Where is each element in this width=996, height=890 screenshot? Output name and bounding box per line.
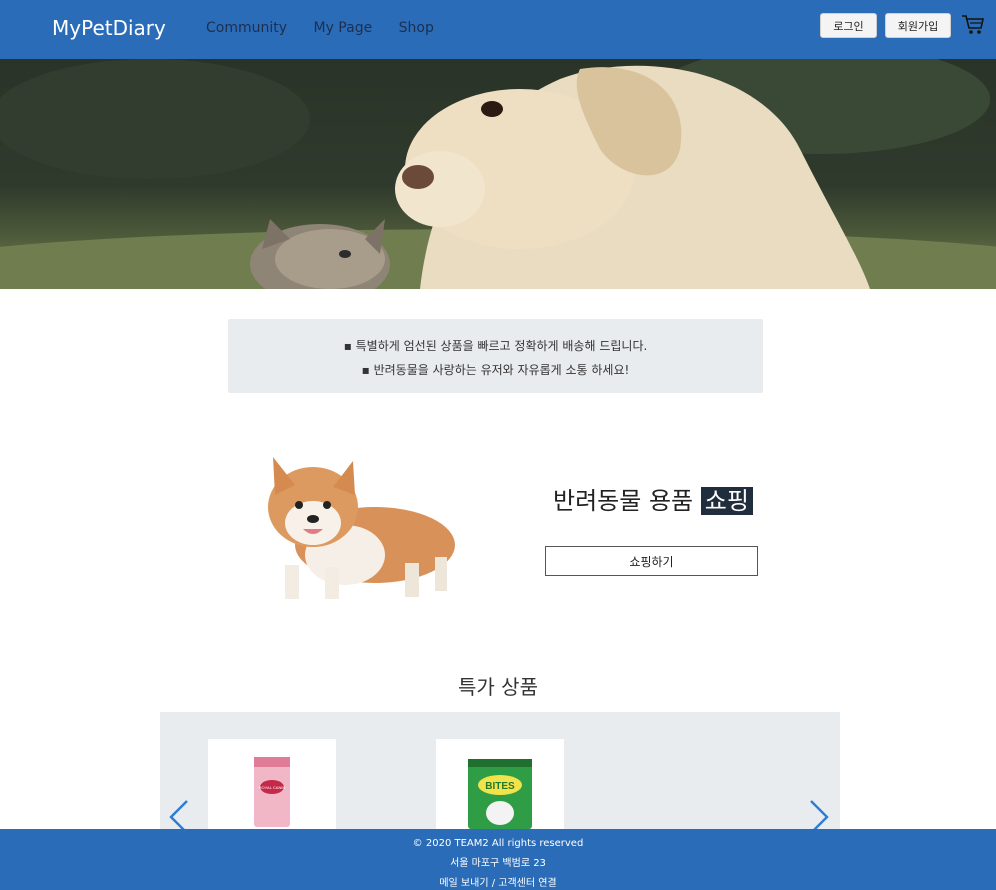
nav-my-page[interactable]: My Page	[313, 20, 372, 36]
product-bag-label: BITES	[485, 781, 515, 792]
shopping-heading: 반려동물 용품 쇼핑	[553, 481, 753, 516]
footer-contact-links[interactable]: 메일 보내기 / 고객센터 연결	[0, 874, 996, 889]
signup-button[interactable]: 회원가입	[885, 13, 951, 38]
product-bag-label: ROYAL CANIN	[259, 785, 286, 790]
top-navbar: MyPetDiary Community My Page Shop 로그인 회원…	[0, 0, 996, 59]
puppy-kitten-illustration	[0, 59, 996, 289]
product-card[interactable]: ROYAL CANIN	[208, 739, 336, 839]
cat-treat-bag-image: BITES	[468, 759, 532, 829]
brand-logo[interactable]: MyPetDiary	[52, 16, 166, 40]
special-products-heading: 특가 상품	[458, 675, 538, 699]
cart-icon[interactable]	[961, 14, 985, 36]
nav-community[interactable]: Community	[206, 20, 287, 36]
nav-shop[interactable]: Shop	[399, 20, 434, 36]
product-card[interactable]: BITES	[436, 739, 564, 839]
footer-address: 서울 마포구 백범로 23	[450, 858, 546, 869]
shop-now-button[interactable]: 쇼핑하기	[545, 546, 758, 576]
shopping-heading-text: 반려동물 용품	[553, 487, 694, 515]
notice-line: ▪ 반려동물을 사랑하는 유저와 자유롭게 소통 하세요!	[361, 363, 630, 377]
corgi-image	[268, 457, 455, 599]
notice-box: ▪ 특별하게 엄선된 상품을 빠르고 정확하게 배송해 드립니다. ▪ 반려동물…	[228, 319, 763, 393]
notice-line: ▪ 특별하게 엄선된 상품을 빠르고 정확하게 배송해 드립니다.	[343, 339, 648, 353]
footer-copyright: © 2020 TEAM2 All rights reserved	[412, 838, 584, 849]
cat-food-bag-image: ROYAL CANIN	[254, 757, 290, 827]
main-nav: Community My Page Shop	[206, 20, 456, 36]
hero-banner-image	[0, 59, 996, 289]
shopping-heading-highlight: 쇼핑	[700, 487, 753, 515]
login-button[interactable]: 로그인	[820, 13, 877, 38]
footer: © 2020 TEAM2 All rights reserved 서울 마포구 …	[0, 829, 996, 890]
